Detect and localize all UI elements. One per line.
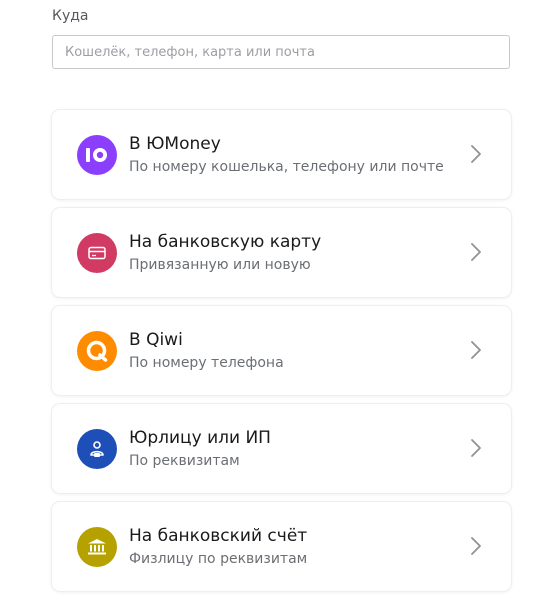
option-subtitle: По номеру кошелька, телефону или почте	[129, 159, 444, 175]
option-legal-entity[interactable]: Юрлицу или ИП По реквизитам	[52, 404, 511, 493]
option-qiwi[interactable]: В Qiwi По номеру телефона	[52, 306, 511, 395]
option-bank-card[interactable]: На банковскую карту Привязанную или нову…	[52, 208, 511, 297]
option-subtitle: По номеру телефона	[129, 355, 284, 371]
chevron-right-icon	[471, 341, 481, 359]
option-title: В Qiwi	[129, 330, 183, 350]
option-yoomoney[interactable]: В ЮMoney По номеру кошелька, телефону ил…	[52, 110, 511, 199]
option-title: На банковскую карту	[129, 232, 322, 252]
option-title: На банковский счёт	[129, 526, 308, 546]
option-title: В ЮMoney	[129, 134, 221, 154]
destination-label: Куда	[52, 8, 89, 24]
yoomoney-icon	[77, 135, 117, 175]
option-subtitle: Привязанную или новую	[129, 257, 311, 273]
destination-search-input[interactable]	[52, 35, 510, 69]
option-title: Юрлицу или ИП	[129, 428, 271, 448]
legal-entity-icon	[77, 429, 117, 469]
transfer-destination-page: Куда В ЮMoney По номеру кошелька, телефо…	[0, 0, 553, 611]
bank-building-icon	[77, 527, 117, 567]
chevron-right-icon	[471, 243, 481, 261]
option-subtitle: Физлицу по реквизитам	[129, 551, 308, 567]
option-subtitle: По реквизитам	[129, 453, 240, 469]
destination-options-list: В ЮMoney По номеру кошелька, телефону ил…	[52, 110, 511, 600]
chevron-right-icon	[471, 145, 481, 163]
chevron-right-icon	[471, 439, 481, 457]
bank-card-icon	[77, 233, 117, 273]
option-bank-account[interactable]: На банковский счёт Физлицу по реквизитам	[52, 502, 511, 591]
qiwi-icon	[77, 331, 117, 371]
chevron-right-icon	[471, 537, 481, 555]
